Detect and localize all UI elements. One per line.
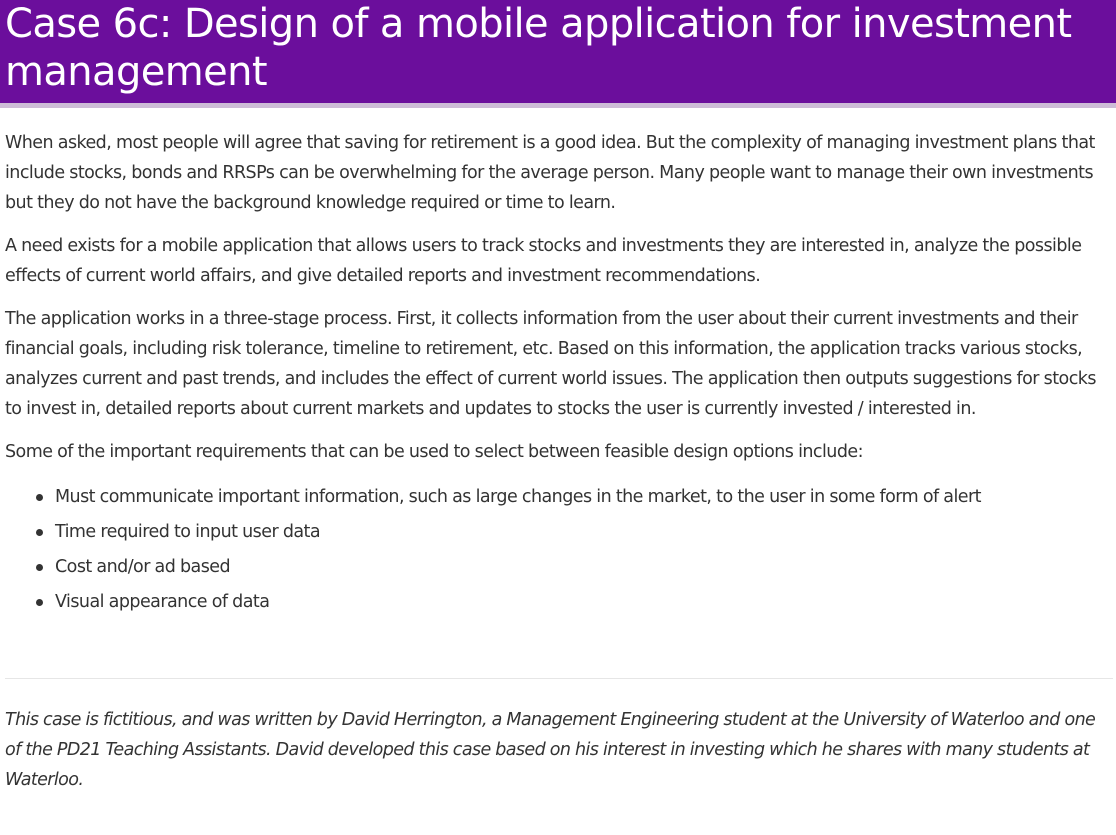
bullet-icon — [36, 494, 43, 501]
author-footnote: This case is fictitious, and was written… — [5, 710, 1096, 790]
requirement-text: Cost and/or ad based — [55, 557, 231, 577]
section-divider — [5, 678, 1113, 679]
need-paragraph: A need exists for a mobile application t… — [5, 236, 1082, 286]
page-title: Case 6c: Design of a mobile application … — [5, 0, 1116, 96]
intro-paragraph: When asked, most people will agree that … — [5, 133, 1095, 213]
page-title-line-2: management — [5, 49, 268, 95]
bullet-icon — [36, 529, 43, 536]
requirement-text: Visual appearance of data — [55, 592, 270, 612]
requirements-list: Must communicate important information, … — [5, 480, 1113, 620]
process-paragraph: The application works in a three-stage p… — [5, 309, 1096, 419]
list-item: Cost and/or ad based — [36, 550, 1113, 585]
bullet-icon — [36, 599, 43, 606]
page-title-line-1: Case 6c: Design of a mobile application … — [5, 1, 1072, 47]
case-content: When asked, most people will agree that … — [5, 128, 1113, 620]
list-item: Time required to input user data — [36, 515, 1113, 550]
title-band: Case 6c: Design of a mobile application … — [0, 0, 1116, 108]
bullet-icon — [36, 564, 43, 571]
list-item: Visual appearance of data — [36, 585, 1113, 620]
requirement-text: Time required to input user data — [55, 522, 321, 542]
requirements-intro: Some of the important requirements that … — [5, 442, 864, 462]
requirement-text: Must communicate important information, … — [55, 487, 982, 507]
list-item: Must communicate important information, … — [36, 480, 1113, 515]
